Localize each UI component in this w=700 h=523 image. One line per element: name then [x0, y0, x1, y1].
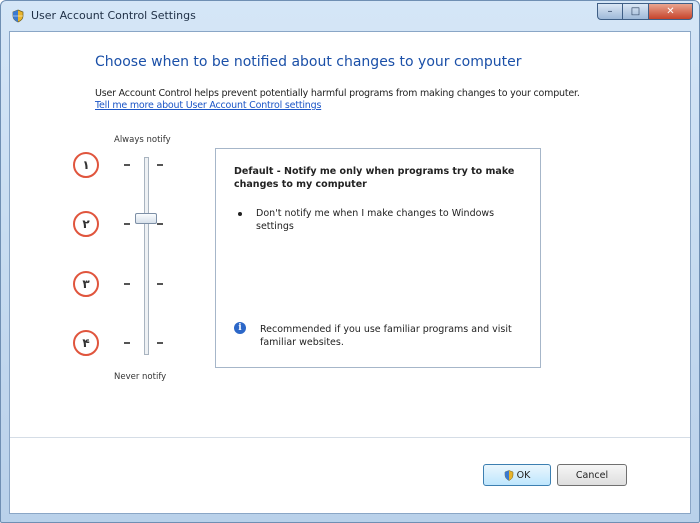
window-title: User Account Control Settings — [31, 9, 196, 22]
cancel-button[interactable]: Cancel — [557, 464, 627, 486]
notification-slider-thumb[interactable] — [135, 213, 157, 224]
uac-shield-icon — [504, 469, 513, 481]
info-icon: i — [234, 322, 246, 334]
level-marker-1: ۱ — [73, 152, 99, 178]
setting-bullet-text: Don't notify me when I make changes to W… — [256, 208, 495, 232]
level-marker-2: ۲ — [73, 211, 99, 237]
minimize-icon: – — [607, 6, 613, 17]
dialog-content: Choose when to be notified about changes… — [9, 31, 691, 514]
close-button[interactable]: ✕ — [649, 3, 693, 20]
maximize-button[interactable]: □ — [623, 3, 649, 20]
cancel-button-label: Cancel — [575, 469, 609, 481]
close-icon: ✕ — [666, 6, 675, 17]
slider-tick-right — [157, 223, 163, 225]
slider-tick-right — [157, 283, 163, 285]
setting-title: Default - Notify me only when programs t… — [234, 166, 515, 190]
minimize-button[interactable]: – — [597, 3, 623, 20]
title-bar[interactable]: User Account Control Settings – □ ✕ — [1, 1, 699, 31]
bullet-icon — [238, 212, 242, 216]
caption-buttons: – □ ✕ — [597, 3, 693, 21]
slider-tick-left — [124, 223, 130, 225]
learn-more-link[interactable]: Tell me more about User Account Control … — [95, 100, 321, 111]
never-notify-label: Never notify — [114, 372, 167, 382]
description-text: User Account Control helps prevent poten… — [95, 88, 580, 99]
slider-tick-left — [124, 283, 130, 285]
slider-tick-left — [124, 342, 130, 344]
ok-button-label: OK — [516, 469, 531, 481]
notification-slider-track[interactable] — [144, 157, 149, 355]
slider-tick-right — [157, 342, 163, 344]
footer-divider — [10, 437, 690, 438]
uac-settings-window: User Account Control Settings – □ ✕ Choo… — [0, 0, 700, 523]
slider-tick-right — [157, 164, 163, 166]
uac-shield-icon — [12, 9, 24, 23]
always-notify-label: Always notify — [114, 135, 171, 145]
setting-description-box: Default - Notify me only when programs t… — [215, 148, 541, 368]
page-heading: Choose when to be notified about changes… — [95, 54, 522, 70]
level-marker-4: ۴ — [73, 330, 99, 356]
level-marker-3: ۳ — [73, 271, 99, 297]
slider-tick-left — [124, 164, 130, 166]
ok-button[interactable]: OK — [483, 464, 551, 486]
recommendation-text: Recommended if you use familiar programs… — [260, 324, 512, 348]
maximize-icon: □ — [630, 6, 641, 17]
